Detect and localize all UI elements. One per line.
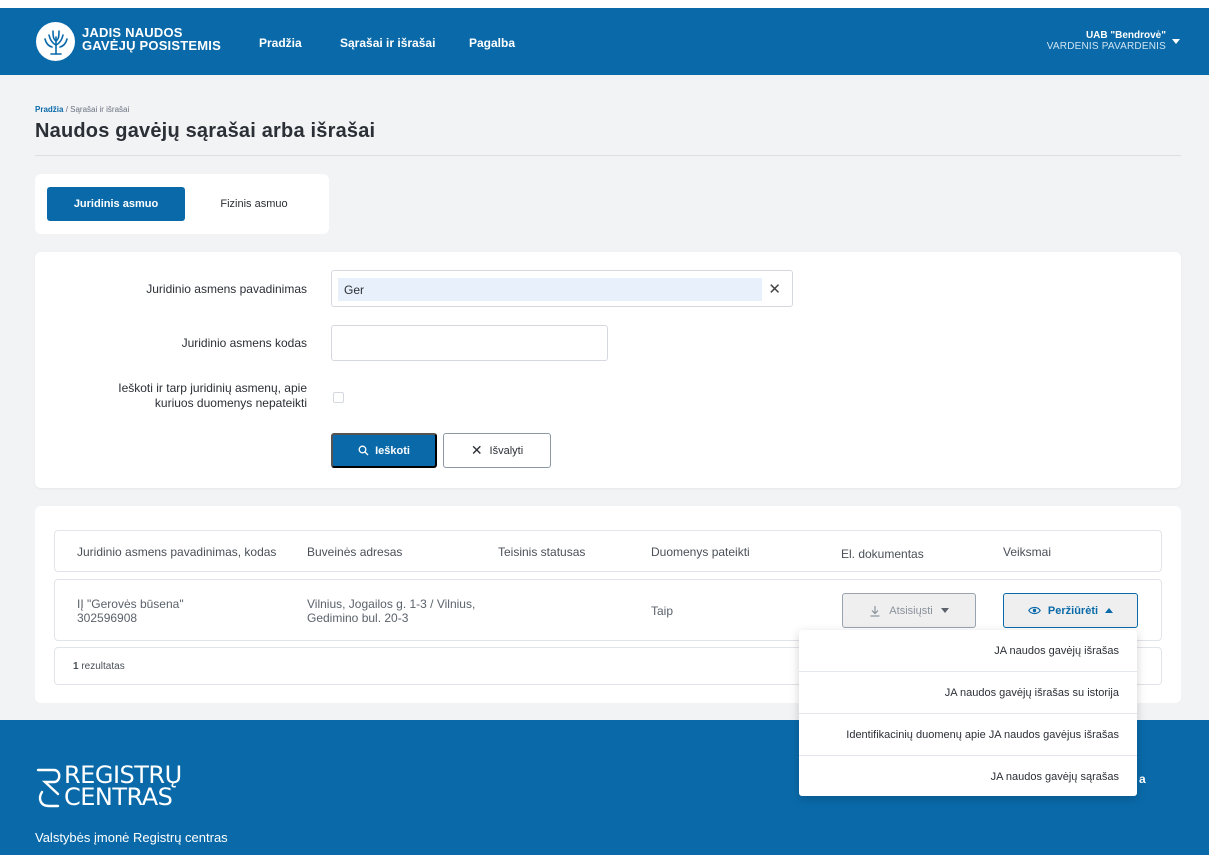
tab-natural-person[interactable]: Fizinis asmuo bbox=[201, 187, 307, 221]
entity-cell: IĮ "Gerovės būsena" 302596908 bbox=[77, 597, 184, 625]
code-field-label: Juridinio asmens kodas bbox=[181, 336, 307, 350]
address-cell: Vilnius, Jogailos g. 1-3 / Vilnius, Gedi… bbox=[307, 597, 475, 625]
user-menu[interactable]: UAB "Bendrovė" VARDENIS PAVARDENIS bbox=[1047, 30, 1166, 52]
column-header: El. dokumentas bbox=[841, 547, 924, 561]
footer-company: Valstybės įmonė Registrų centras bbox=[35, 830, 228, 845]
registru-centras-logo-icon[interactable] bbox=[36, 766, 64, 815]
name-field[interactable]: Ger ✕ bbox=[331, 270, 793, 307]
breadcrumb: Pradžia / Sąrašai ir išrašai bbox=[35, 105, 129, 114]
column-header[interactable]: Juridinio asmens pavadinimas, kodas bbox=[77, 545, 276, 559]
brand-line-2: GAVĖJŲ POSISTEMIS bbox=[82, 38, 221, 53]
submitted-cell: Taip bbox=[651, 604, 674, 618]
download-button-label: Atsisiųsti bbox=[889, 604, 933, 617]
clear-button-label: Išvalyti bbox=[489, 444, 524, 457]
app-header: JADIS NAUDOS GAVĖJŲ POSISTEMIS Pradžia S… bbox=[0, 8, 1209, 75]
address-line-1: Vilnius, Jogailos g. 1-3 / Vilnius, bbox=[307, 597, 476, 611]
checkbox-label-line-1: Ieškoti ir tarp juridinių asmenų, apie bbox=[118, 381, 307, 395]
app-brand[interactable]: JADIS NAUDOS GAVĖJŲ POSISTEMIS bbox=[82, 26, 221, 52]
footer-partial-text: a bbox=[1139, 772, 1146, 786]
person-type-tabs: Juridinis asmuo Fizinis asmuo bbox=[35, 174, 329, 234]
view-dropdown-menu: JA naudos gavėjų išrašas JA naudos gavėj… bbox=[799, 630, 1137, 796]
entity-name: IĮ "Gerovės būsena" bbox=[77, 597, 184, 611]
menu-item-list[interactable]: JA naudos gavėjų sąrašas bbox=[799, 756, 1137, 798]
breadcrumb-home[interactable]: Pradžia bbox=[35, 105, 63, 114]
view-button-label: Peržiūrėti bbox=[1047, 604, 1099, 617]
column-header[interactable]: Buveinės adresas bbox=[307, 545, 402, 559]
download-button[interactable]: Atsisiųsti bbox=[842, 593, 976, 628]
view-button[interactable]: Peržiūrėti bbox=[1003, 593, 1138, 628]
code-field[interactable] bbox=[331, 325, 608, 361]
include-unsubmitted-checkbox[interactable] bbox=[333, 392, 344, 403]
name-field-value[interactable]: Ger bbox=[338, 278, 762, 301]
result-count-label: rezultatas bbox=[78, 661, 125, 672]
clear-button[interactable]: ✕ Išvalyti bbox=[443, 433, 551, 468]
column-header: Veiksmai bbox=[1003, 545, 1052, 559]
tab-legal-entity[interactable]: Juridinis asmuo bbox=[47, 187, 185, 221]
checkbox-label-line-2: kuriuos duomenys nepateikti bbox=[154, 396, 307, 410]
result-count: 1 rezultatas bbox=[73, 661, 125, 672]
column-header[interactable]: Teisinis statusas bbox=[498, 545, 585, 559]
address-line-2: Gedimino bul. 20-3 bbox=[307, 611, 409, 625]
search-form: Juridinio asmens pavadinimas Ger ✕ Jurid… bbox=[35, 252, 1181, 488]
close-icon[interactable]: ✕ bbox=[768, 280, 781, 298]
user-caret-icon[interactable] bbox=[1172, 39, 1180, 44]
caret-down-icon bbox=[940, 608, 949, 613]
search-button[interactable]: Ieškoti bbox=[331, 433, 437, 468]
footer-logo-line-2: CENTRAS bbox=[64, 783, 173, 811]
page-title: Naudos gavėjų sąrašai arba išrašai bbox=[35, 120, 376, 142]
title-divider bbox=[35, 155, 1181, 156]
user-name: VARDENIS PAVARDENIS bbox=[1046, 41, 1166, 52]
caret-up-icon bbox=[1105, 608, 1114, 613]
search-button-label: Ieškoti bbox=[375, 444, 410, 457]
menu-item-extract[interactable]: JA naudos gavėjų išrašas bbox=[799, 630, 1137, 672]
entity-code: 302596908 bbox=[77, 611, 138, 625]
eye-icon bbox=[1028, 606, 1041, 615]
table-header: Juridinio asmens pavadinimas, kodas Buve… bbox=[54, 530, 1162, 572]
column-header[interactable]: Duomenys pateikti bbox=[651, 545, 750, 559]
breadcrumb-current: Sąrašai ir išrašai bbox=[70, 105, 130, 114]
tree-logo-icon[interactable] bbox=[36, 22, 75, 61]
nav-item-lists[interactable]: Sąrašai ir išrašai bbox=[340, 36, 435, 50]
menu-item-identification-extract[interactable]: Identifikacinių duomenų apie JA naudos g… bbox=[799, 714, 1137, 756]
footer-logo-text: REGISTRŲ CENTRAS bbox=[64, 763, 182, 811]
menu-item-extract-history[interactable]: JA naudos gavėjų išrašas su istorija bbox=[799, 672, 1137, 714]
close-icon: ✕ bbox=[470, 442, 483, 458]
download-icon bbox=[870, 605, 880, 617]
user-company: UAB "Bendrovė" bbox=[1085, 30, 1166, 41]
search-icon bbox=[358, 445, 369, 456]
top-strip bbox=[0, 0, 1209, 8]
name-field-label: Juridinio asmens pavadinimas bbox=[146, 282, 307, 296]
nav-item-home[interactable]: Pradžia bbox=[259, 36, 302, 50]
checkbox-label: Ieškoti ir tarp juridinių asmenų, apie k… bbox=[118, 381, 307, 411]
nav-item-help[interactable]: Pagalba bbox=[469, 36, 515, 50]
